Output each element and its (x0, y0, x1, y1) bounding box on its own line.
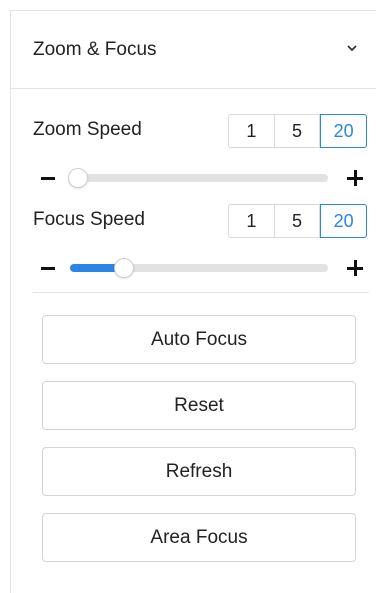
reset-button[interactable]: Reset (42, 381, 356, 430)
area-focus-button[interactable]: Area Focus (42, 513, 356, 562)
focus-slider-thumb[interactable] (114, 258, 135, 278)
zoom-out-minus-icon[interactable] (41, 177, 55, 180)
panel-header[interactable]: Zoom & Focus (11, 11, 376, 89)
zoom-slider-row (33, 166, 369, 190)
chevron-down-icon[interactable] (345, 41, 359, 55)
zoom-in-plus-icon[interactable] (347, 170, 363, 186)
zoom-speed-selector: 1 5 20 (228, 114, 368, 148)
zoom-speed-option[interactable]: 1 (229, 115, 275, 147)
zoom-slider-track[interactable] (67, 168, 328, 188)
refresh-button[interactable]: Refresh (42, 447, 356, 496)
focus-speed-option[interactable]: 5 (275, 205, 321, 237)
focus-speed-label: Focus Speed (33, 209, 145, 230)
focus-speed-option[interactable]: 1 (229, 205, 275, 237)
focus-slider-row (33, 256, 369, 280)
focus-speed-selector: 1 5 20 (228, 204, 368, 238)
focus-near-minus-icon[interactable] (41, 267, 55, 270)
zoom-speed-option-selected[interactable]: 20 (320, 114, 368, 148)
focus-speed-option-selected[interactable]: 20 (320, 204, 368, 238)
focus-slider-track[interactable] (70, 258, 328, 278)
auto-focus-button[interactable]: Auto Focus (42, 315, 356, 364)
zoom-slider-thumb[interactable] (67, 168, 88, 188)
zoom-speed-option[interactable]: 5 (275, 115, 321, 147)
zoom-focus-panel: Zoom & Focus Zoom Speed 1 5 20 Focus Spe… (10, 10, 376, 593)
divider (33, 292, 369, 293)
panel-title: Zoom & Focus (33, 38, 157, 60)
focus-far-plus-icon[interactable] (347, 260, 363, 276)
zoom-speed-label: Zoom Speed (33, 119, 142, 140)
